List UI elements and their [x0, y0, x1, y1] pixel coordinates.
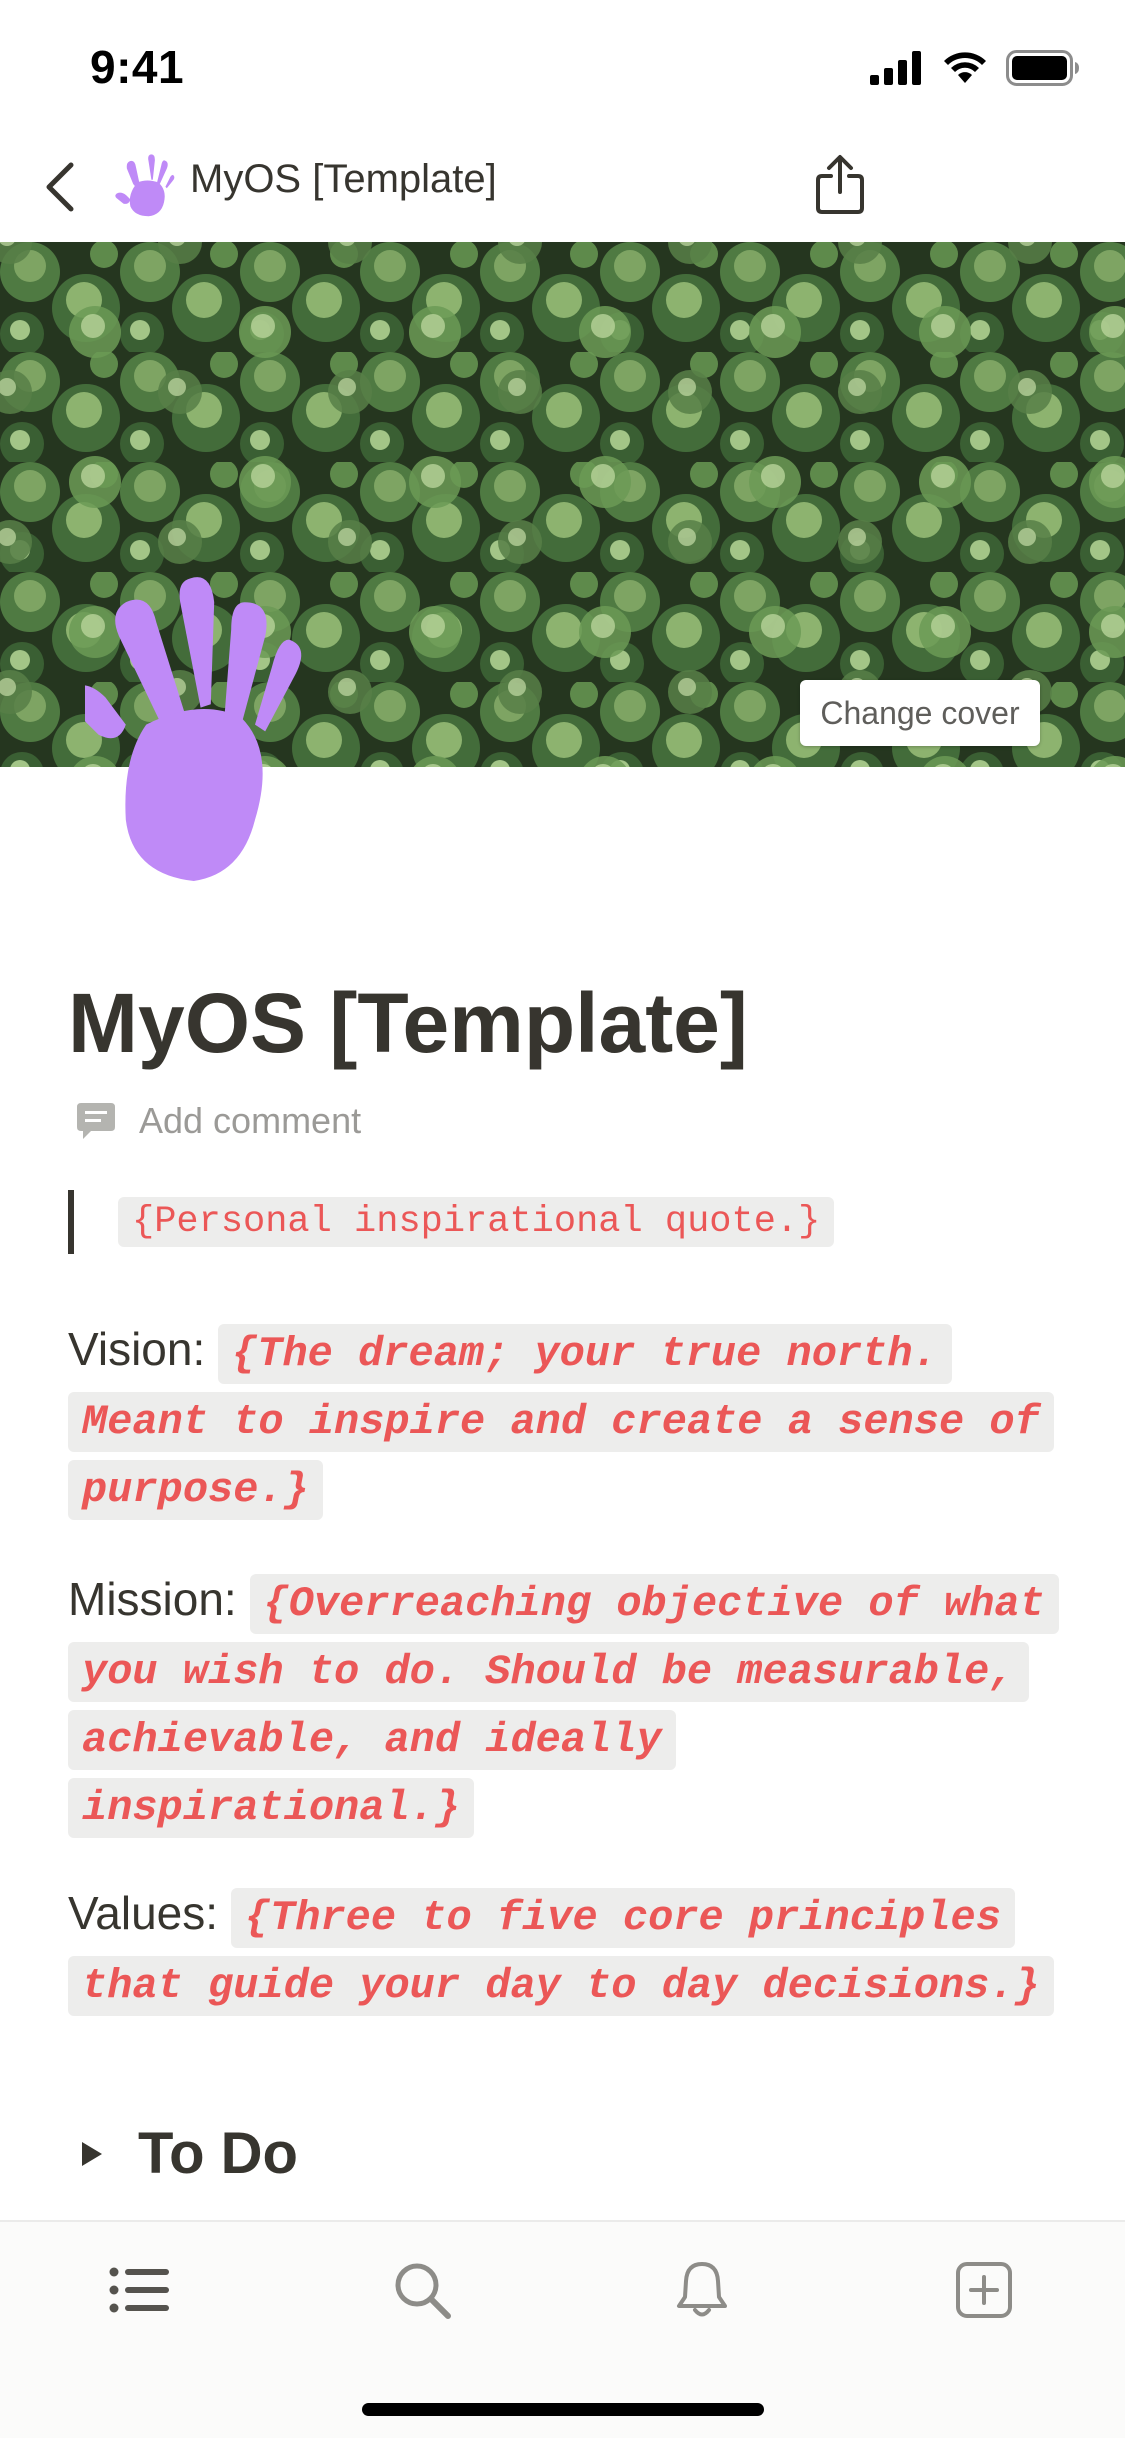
tab-search[interactable]	[382, 2250, 462, 2330]
signal-icon	[870, 51, 921, 85]
mission-paragraph[interactable]: Mission: {Overreaching objective of what…	[68, 1568, 1068, 1840]
share-button[interactable]	[808, 145, 872, 225]
vision-paragraph[interactable]: Vision: {The dream; your true north. Mea…	[68, 1318, 1068, 1522]
status-bar: 9:41	[0, 0, 1125, 135]
back-chevron-icon	[46, 162, 74, 212]
tab-notifications[interactable]	[662, 2250, 742, 2330]
quote-text: {Personal inspirational quote.}	[118, 1197, 835, 1247]
change-cover-button[interactable]: Change cover	[800, 680, 1040, 746]
page-hand-icon[interactable]	[85, 575, 425, 915]
add-comment-label: Add comment	[139, 1100, 362, 1141]
status-icons	[870, 48, 1080, 88]
hand-icon	[115, 154, 175, 217]
vision-text: {The dream; your true north. Meant to in…	[68, 1324, 1054, 1520]
nav-bar: MyOS [Template]	[0, 135, 1125, 242]
search-icon	[395, 2263, 451, 2319]
share-icon	[816, 155, 864, 214]
triangle-right-icon[interactable]	[80, 2140, 104, 2168]
bell-icon	[677, 2262, 727, 2317]
status-time: 9:41	[90, 41, 185, 93]
todo-toggle[interactable]: To Do	[80, 2120, 298, 2187]
nav-title: MyOS [Template]	[190, 157, 497, 201]
add-comment-button[interactable]: Add comment	[75, 1100, 361, 1142]
tab-new-page[interactable]	[944, 2250, 1024, 2330]
plus-square-icon	[956, 2262, 1012, 2318]
tab-pages[interactable]	[100, 2250, 180, 2330]
vision-label: Vision:	[68, 1323, 206, 1375]
page-title: MyOS [Template]	[68, 976, 748, 1070]
values-paragraph[interactable]: Values: {Three to five core principles t…	[68, 1882, 1068, 2018]
wifi-icon	[944, 52, 986, 83]
values-label: Values:	[68, 1887, 219, 1939]
quote-block[interactable]: {Personal inspirational quote.}	[68, 1190, 835, 1254]
comment-icon	[77, 1103, 115, 1139]
mission-label: Mission:	[68, 1573, 237, 1625]
todo-heading: To Do	[138, 2121, 298, 2186]
battery-icon	[1006, 50, 1079, 86]
home-indicator	[362, 2403, 764, 2416]
list-icon	[109, 2267, 169, 2313]
back-button[interactable]	[30, 155, 90, 219]
